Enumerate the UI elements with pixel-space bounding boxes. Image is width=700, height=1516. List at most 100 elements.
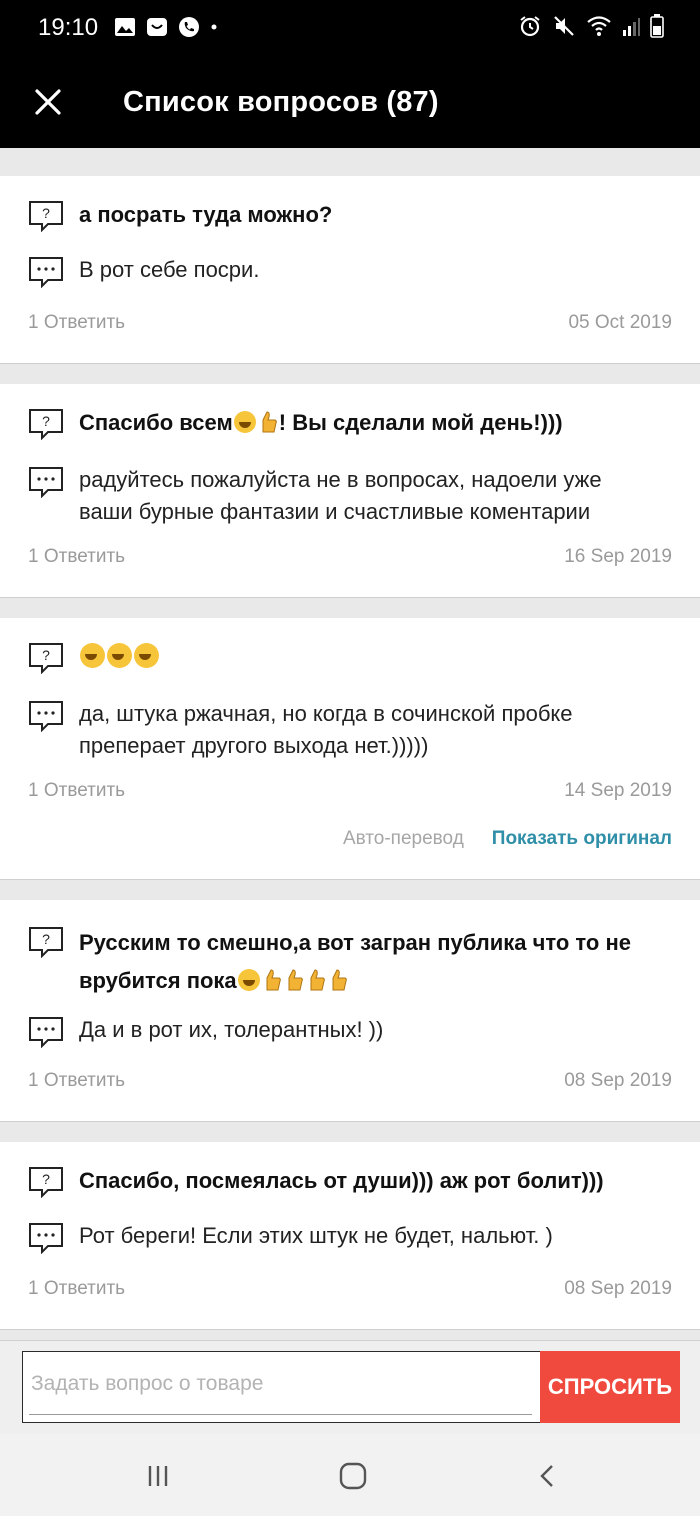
app-header: Список вопросов (87) [0, 60, 700, 148]
question-text-line: врубится пока [79, 962, 631, 1000]
card-footer: 1 Ответить 14 Sep 2019 [28, 780, 672, 802]
system-nav-bar [0, 1434, 700, 1516]
app-notification-icon [147, 18, 167, 36]
laughing-emoji-icon [233, 411, 256, 433]
answer-row: радуйтесь пожалуйста не в вопросах, надо… [28, 464, 672, 528]
svg-text:?: ? [42, 931, 50, 947]
status-bar: 19:10 [0, 0, 700, 60]
question-card: ? Спасибо всем! Вы сделали мой день!))) … [0, 384, 700, 598]
answer-row: В рот себе посри. [28, 254, 672, 288]
question-bubble-icon: ? [29, 409, 63, 440]
card-footer: 1 Ответить 16 Sep 2019 [28, 546, 672, 568]
reply-link[interactable]: 1 Ответить [28, 1278, 125, 1300]
answer-bubble-icon [29, 701, 63, 732]
answer-row: да, штука ржачная, но когда в сочинской … [28, 698, 672, 762]
question-bubble-icon: ? [29, 1167, 63, 1198]
question-row: ? [28, 640, 672, 676]
answer-text: Да и в рот их, толерантных! )) [79, 1017, 384, 1042]
reply-link[interactable]: 1 Ответить [28, 780, 125, 802]
question-date: 16 Sep 2019 [564, 546, 672, 567]
status-time: 19:10 [38, 14, 99, 41]
reply-link[interactable]: 1 Ответить [28, 546, 125, 568]
translation-row: Авто-перевод Показать оригинал [343, 828, 672, 850]
answer-text-line: преперает другого выхода нет.))))) [79, 733, 429, 758]
home-icon [339, 1462, 367, 1490]
smiling-emoji-icon [134, 643, 159, 668]
question-date: 05 Oct 2019 [568, 312, 672, 333]
answer-bubble-icon [29, 1017, 63, 1048]
recent-apps-icon [148, 1466, 168, 1486]
card-footer: 1 Ответить 05 Oct 2019 [28, 312, 672, 334]
answer-row: Рот береги! Если этих штук не будет, нал… [28, 1220, 672, 1254]
answer-text-line: да, штука ржачная, но когда в сочинской … [79, 701, 573, 726]
card-footer: 1 Ответить 08 Sep 2019 [28, 1278, 672, 1300]
answer-bubble-icon [29, 257, 63, 288]
show-original-link[interactable]: Показать оригинал [492, 828, 672, 850]
answer-text-line: ваши бурные фантазии и счастливые комент… [79, 499, 591, 524]
laughing-emoji-icon [80, 643, 105, 668]
answer-text: Рот береги! Если этих штук не будет, нал… [79, 1223, 553, 1248]
ask-input-wrapper [22, 1351, 540, 1423]
reply-link[interactable]: 1 Ответить [28, 312, 125, 334]
card-footer: 1 Ответить 08 Sep 2019 [28, 1070, 672, 1092]
question-card: ? Спасибо, посмеялась от души))) аж рот … [0, 1142, 700, 1330]
page-title: Список вопросов (87) [123, 86, 439, 118]
thinking-emoji-icon [237, 969, 260, 991]
svg-text:?: ? [42, 1171, 50, 1187]
question-text-line: Русским то смешно,а вот загран публика ч… [79, 930, 631, 955]
answer-text-line: радуйтесь пожалуйста не в вопросах, надо… [79, 467, 602, 492]
svg-text:?: ? [42, 205, 50, 221]
question-card: ? Русским то смешно,а вот загран публика… [0, 900, 700, 1122]
thumbs-up-icon [266, 969, 281, 991]
question-row: ? Спасибо всем! Вы сделали мой день!))) [28, 406, 672, 440]
thumbs-up-icon [332, 969, 347, 991]
battery-icon [650, 14, 664, 38]
question-text-emojis [79, 640, 160, 676]
question-bubble-icon: ? [29, 201, 63, 232]
thumbs-up-icon [262, 411, 277, 433]
alarm-icon [520, 16, 540, 37]
home-button[interactable] [333, 1456, 373, 1496]
recent-apps-button[interactable] [138, 1456, 178, 1496]
question-text: Спасибо, посмеялась от души))) аж рот бо… [79, 1168, 604, 1193]
ask-question-input[interactable] [31, 1364, 533, 1404]
ask-question-bar: СПРОСИТЬ [0, 1340, 700, 1434]
svg-text:?: ? [42, 413, 50, 429]
phone-icon [179, 17, 199, 37]
wifi-icon [587, 16, 611, 36]
thumbs-up-icon [288, 969, 303, 991]
question-text: Спасибо всем! Вы сделали мой день!))) [79, 410, 563, 435]
signal-icon [623, 18, 640, 36]
close-icon [35, 89, 61, 115]
answer-text: В рот себе посри. [79, 257, 260, 282]
question-row: ? а посрать туда можно? [28, 198, 672, 232]
reply-link[interactable]: 1 Ответить [28, 1070, 125, 1092]
question-date: 14 Sep 2019 [564, 780, 672, 801]
svg-text:?: ? [42, 647, 50, 663]
answer-row: Да и в рот их, толерантных! )) [28, 1014, 672, 1048]
mute-icon [554, 16, 574, 36]
dot-icon [211, 24, 217, 30]
question-card: ? а посрать туда можно? В рот себе посри… [0, 176, 700, 364]
question-date: 08 Sep 2019 [564, 1278, 672, 1299]
answer-bubble-icon [29, 467, 63, 498]
auto-translate-label: Авто-перевод [342, 828, 464, 849]
status-icons-right [518, 14, 664, 38]
ask-button[interactable]: СПРОСИТЬ [540, 1351, 680, 1423]
grinning-emoji-icon [107, 643, 132, 668]
input-underline [29, 1414, 532, 1415]
back-icon [540, 1465, 553, 1487]
gallery-icon [115, 18, 135, 36]
question-bubble-icon: ? [29, 927, 63, 958]
question-text: а посрать туда можно? [79, 202, 333, 227]
thumbs-up-icon [310, 969, 325, 991]
question-card: ? да, штука ржачная, но когда в сочинско… [0, 618, 700, 880]
status-icons-left [114, 16, 218, 38]
back-button[interactable] [528, 1456, 568, 1496]
answer-bubble-icon [29, 1223, 63, 1254]
question-bubble-icon: ? [29, 643, 63, 674]
question-date: 08 Sep 2019 [564, 1070, 672, 1091]
close-button[interactable] [28, 80, 68, 124]
question-row: ? Русским то смешно,а вот загран публика… [28, 924, 672, 1000]
question-row: ? Спасибо, посмеялась от души))) аж рот … [28, 1164, 672, 1198]
